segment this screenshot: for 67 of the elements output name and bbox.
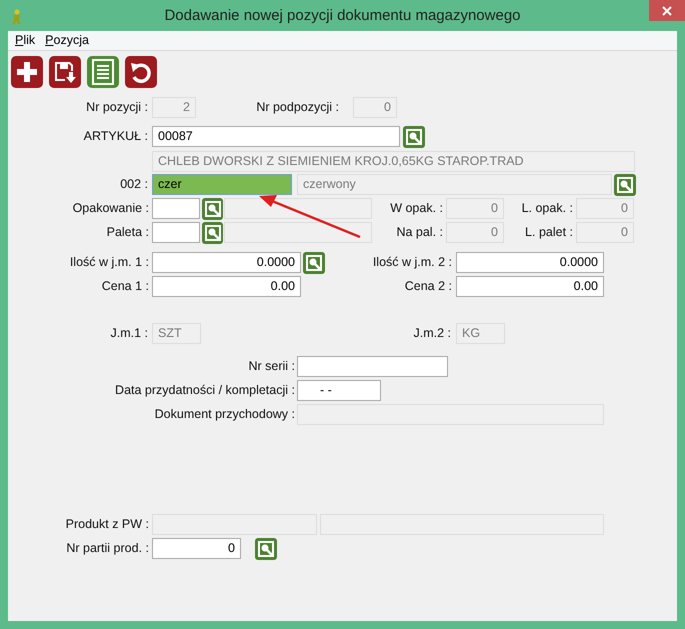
input-field[interactable]: 0.00 — [152, 276, 301, 297]
save-button[interactable] — [49, 56, 81, 88]
document-icon — [91, 59, 115, 85]
undo-icon — [129, 60, 153, 84]
field-label: W opak. : — [389, 200, 443, 218]
field-label: Na pal. : — [395, 224, 443, 242]
field-label: Nr pozycji : — [85, 99, 148, 116]
field-label: Ilość w j.m. 2 : — [372, 254, 452, 272]
field-label: Cena 1 : — [100, 278, 149, 296]
search-button[interactable] — [303, 252, 325, 274]
search-button[interactable] — [202, 198, 223, 220]
field-label: L. opak. : — [520, 200, 573, 218]
add-button[interactable] — [11, 56, 43, 88]
floppy-download-icon — [53, 60, 77, 84]
field-label: L. palet : — [524, 224, 573, 242]
input-field[interactable]: 0.0000 — [152, 252, 301, 273]
input-field[interactable]: 00087 — [152, 126, 400, 147]
search-button[interactable] — [255, 538, 277, 560]
input-field[interactable] — [152, 198, 200, 219]
search-icon — [258, 541, 274, 557]
document-button[interactable] — [87, 56, 119, 88]
search-icon — [617, 177, 633, 193]
field-label: Nr podpozycji : — [255, 99, 339, 116]
field-label: Dokument przychodowy : — [154, 406, 295, 424]
input-field: CHLEB DWORSKI Z SIEMIENIEM KROJ.0,65KG STAROP.TRAD — [152, 151, 635, 172]
undo-button[interactable] — [125, 56, 157, 88]
input-field[interactable]: czer — [152, 174, 292, 195]
input-field: 0 — [446, 222, 504, 243]
field-label: 002 : — [119, 176, 148, 194]
window-title: Dodawanie nowej pozycji dokumentu magazynowego — [163, 6, 522, 26]
input-field: 0 — [576, 198, 634, 219]
field-label: Opakowanie : — [72, 200, 149, 218]
search-button[interactable] — [614, 174, 636, 196]
search-icon — [306, 255, 322, 271]
field-label: Ilość w j.m. 1 : — [68, 254, 149, 272]
field-label: Cena 2 : — [404, 278, 452, 296]
field-label: J.m.2 : — [412, 325, 451, 342]
menu-item[interactable]: Plik — [15, 31, 36, 50]
search-icon — [204, 201, 220, 217]
search-button[interactable] — [202, 222, 223, 244]
input-field[interactable]: 0.0000 — [456, 252, 604, 273]
field-label: J.m.1 : — [109, 325, 148, 342]
search-icon — [204, 225, 220, 241]
input-field[interactable] — [152, 222, 200, 243]
close-button[interactable] — [649, 0, 685, 21]
input-field: 0 — [446, 198, 504, 219]
input-field: 0 — [353, 97, 397, 118]
input-field: 2 — [152, 97, 196, 118]
field-label: Paleta : — [106, 224, 149, 242]
input-field[interactable]: 0 — [152, 538, 241, 559]
field-label: ARTYKUŁ : — [82, 128, 148, 146]
search-icon — [406, 129, 422, 145]
search-button[interactable] — [403, 126, 425, 148]
input-field: 0 — [576, 222, 634, 243]
close-icon — [662, 6, 672, 16]
input-field[interactable]: 0.00 — [456, 276, 604, 297]
field-label: Nr partii prod. : — [65, 540, 149, 558]
field-label: Produkt z PW : — [64, 516, 149, 534]
input-field: SZT — [152, 323, 201, 344]
input-field[interactable]: - - — [297, 380, 381, 401]
input-field: KG — [456, 323, 505, 344]
field-label: Data przydatności / kompletacji : — [114, 382, 295, 400]
input-field[interactable] — [297, 356, 448, 377]
input-field: czerwony — [297, 174, 612, 195]
field-label: Nr serii : — [247, 358, 295, 376]
menu-item[interactable]: Pozycja — [45, 31, 89, 50]
plus-icon — [16, 61, 38, 83]
